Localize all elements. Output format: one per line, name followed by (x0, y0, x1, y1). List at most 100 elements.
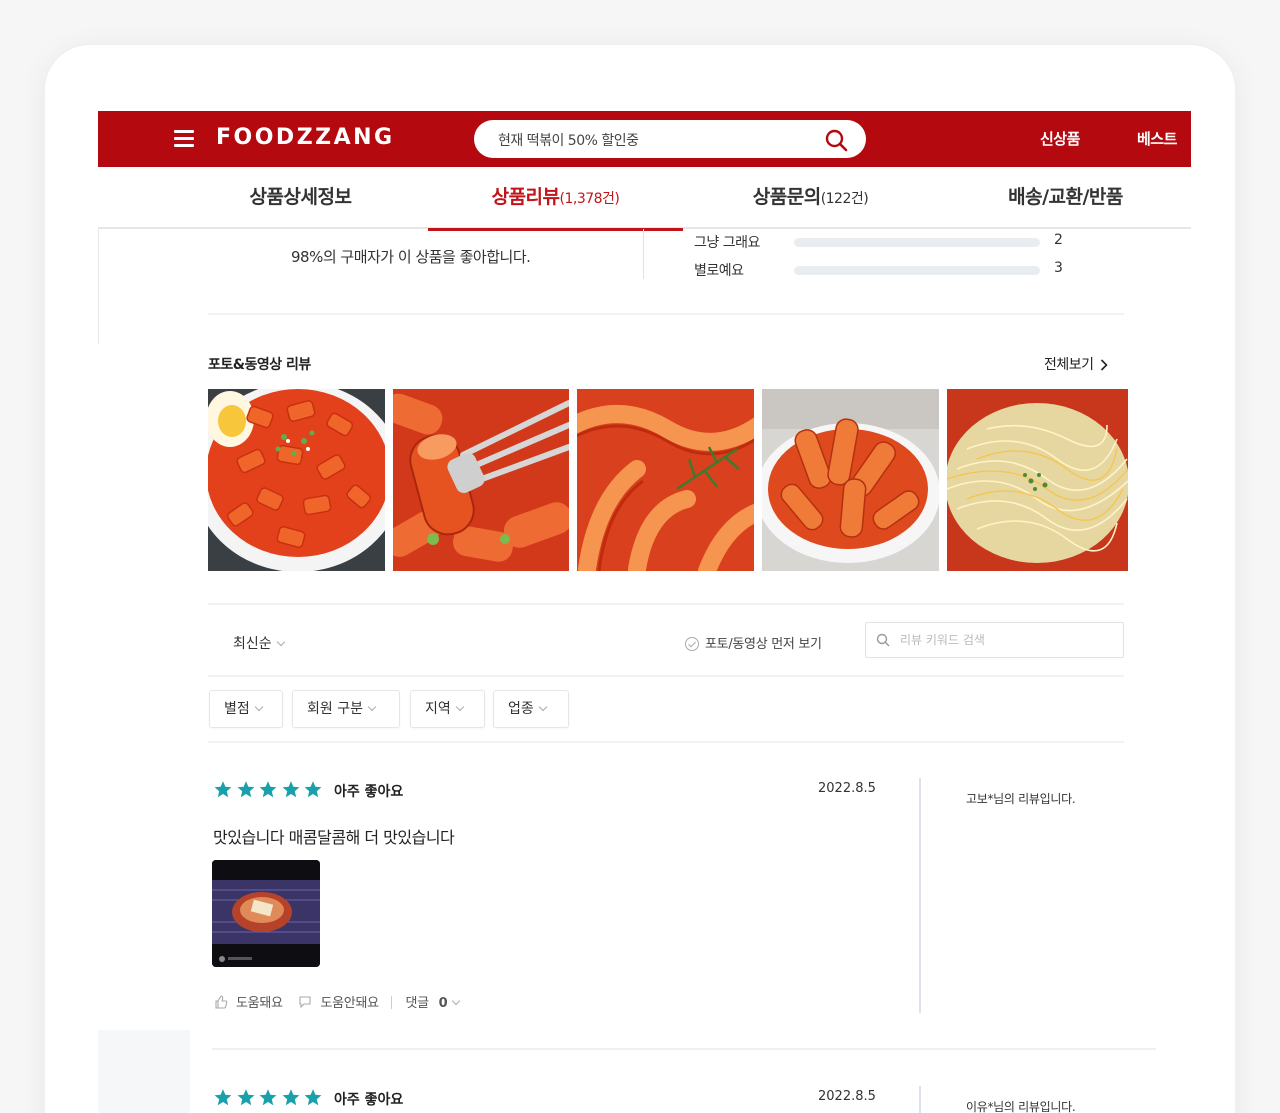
not-helpful-button[interactable]: 도움안돼요 (298, 992, 379, 1011)
rating-label: 별로예요 (694, 263, 744, 279)
photo-first-toggle[interactable]: 포토/동영상 먼저 보기 (685, 633, 822, 652)
chip-label: 회원 구분 (307, 701, 363, 717)
star-icon (282, 781, 299, 798)
star-rating (213, 1088, 326, 1107)
review-date: 2022.8.5 (818, 781, 876, 796)
filter-chip-rating[interactable]: 별점 (209, 690, 283, 728)
rating-label: 그냥 그래요 (694, 235, 760, 251)
star-icon (237, 1089, 254, 1106)
divider (643, 229, 644, 279)
tab-count: (122건) (820, 191, 869, 207)
divider (208, 313, 1124, 315)
divider (390, 996, 392, 1009)
check-circle-icon (685, 637, 699, 651)
helpful-label: 도움돼요 (236, 996, 283, 1011)
nav-best[interactable]: 베스트 (1137, 128, 1177, 149)
chevron-right-icon (1100, 359, 1108, 371)
divider (98, 229, 99, 344)
divider (919, 1086, 921, 1113)
divider (208, 741, 1124, 743)
tab-label: 배송/교환/반품 (1008, 186, 1123, 208)
helpful-button[interactable]: 도움돼요 (214, 992, 283, 1011)
review-rating-label: 아주 좋아요 (334, 1092, 404, 1108)
divider (208, 675, 1124, 677)
search-text[interactable]: 현재 떡볶이 50% 할인중 (498, 130, 639, 150)
review-date: 2022.8.5 (818, 1089, 876, 1104)
tab-product-detail[interactable]: 상품상세정보 (173, 167, 428, 229)
rating-row: 그냥 그래요 2 (694, 232, 1094, 252)
chevron-down-icon (455, 702, 465, 712)
side-panel-placeholder (98, 1030, 190, 1113)
tab-product-review[interactable]: 상품리뷰(1,378건) (428, 167, 683, 231)
filter-chip-industry[interactable]: 업종 (493, 690, 569, 728)
review-actions: 도움돼요 도움안돼요 댓글 0 (214, 992, 461, 1011)
see-all-link[interactable]: 전체보기 (1044, 354, 1108, 374)
rating-row: 별로예요 3 (694, 260, 1094, 280)
search-icon (876, 633, 890, 647)
tab-label: 상품상세정보 (249, 186, 352, 208)
photo-review-gallery (208, 389, 1128, 571)
star-icon (304, 1089, 322, 1106)
review-photo[interactable] (762, 389, 939, 571)
satisfaction-summary: 98%의 구매자가 이 상품을 좋아합니다. (291, 248, 531, 266)
tab-product-inquiry[interactable]: 상품문의(122건) (683, 167, 938, 229)
star-icon (304, 781, 322, 798)
review-author: 이유*님의 리뷰입니다. (966, 1100, 1076, 1113)
rating-count: 3 (1054, 260, 1063, 276)
review-attachment-thumbnail[interactable] (212, 860, 320, 967)
chevron-down-icon (452, 996, 461, 1006)
star-icon (214, 1089, 232, 1106)
tab-shipping-return[interactable]: 배송/교환/반품 (938, 167, 1191, 229)
chip-label: 업종 (508, 701, 534, 717)
tab-count: (1,378건) (559, 191, 620, 207)
review-search-input[interactable] (900, 631, 1110, 649)
comments-count: 0 (438, 996, 448, 1011)
review-rating-label: 아주 좋아요 (334, 784, 404, 800)
divider (208, 603, 1124, 605)
tab-label: 상품리뷰 (491, 186, 560, 208)
review-author: 고보*님의 리뷰입니다. (966, 792, 1076, 806)
filter-chip-region[interactable]: 지역 (410, 690, 485, 728)
review-photo[interactable] (393, 389, 569, 571)
site-logo[interactable]: FOODZZANG (216, 125, 395, 150)
rating-bar (794, 266, 1040, 275)
product-review-page: FOODZZANG 현재 떡볶이 50% 할인중 신상품 베스트 상품상세정보 … (98, 111, 1191, 1113)
tab-label: 상품문의 (752, 186, 821, 208)
product-tabs: 상품상세정보 상품리뷰(1,378건) 상품문의(122건) 배송/교환/반품 (98, 167, 1191, 231)
star-rating (213, 780, 326, 799)
comments-toggle[interactable]: 댓글 0 (405, 992, 461, 1011)
star-icon (237, 781, 254, 798)
filter-chip-member[interactable]: 회원 구분 (292, 690, 400, 728)
divider (212, 1048, 1156, 1050)
review-photo[interactable] (947, 389, 1128, 571)
review-body: 맛있습니다 매콤달콤해 더 맛있습니다 (213, 828, 455, 847)
search-icon[interactable] (824, 128, 848, 152)
star-icon (282, 1089, 299, 1106)
sort-label: 최신순 (233, 636, 272, 652)
chevron-down-icon (276, 637, 285, 647)
review-search-box[interactable] (865, 622, 1124, 658)
rating-count: 2 (1054, 232, 1063, 248)
star-icon (214, 781, 232, 798)
chevron-down-icon (538, 702, 548, 712)
comments-label: 댓글 (405, 996, 429, 1011)
chip-label: 지역 (425, 701, 451, 717)
review-photo[interactable] (577, 389, 754, 571)
rating-bar (794, 238, 1040, 247)
review-photo[interactable] (208, 389, 385, 571)
photo-review-title: 포토&동영상 리뷰 (208, 357, 311, 373)
menu-icon[interactable] (174, 130, 194, 148)
chip-label: 별점 (224, 701, 250, 717)
chevron-down-icon (367, 702, 377, 712)
search-bar[interactable]: 현재 떡볶이 50% 할인중 (474, 120, 866, 158)
star-icon (259, 781, 277, 798)
sort-dropdown[interactable]: 최신순 (233, 633, 285, 653)
divider (919, 778, 921, 1013)
photo-first-label: 포토/동영상 먼저 보기 (705, 637, 822, 652)
top-header: FOODZZANG 현재 떡볶이 50% 할인중 신상품 베스트 (98, 111, 1191, 167)
star-icon (259, 1089, 277, 1106)
thumbs-up-icon (215, 995, 228, 1009)
chevron-down-icon (254, 702, 264, 712)
see-all-label: 전체보기 (1044, 357, 1094, 373)
nav-new-products[interactable]: 신상품 (1040, 128, 1080, 149)
